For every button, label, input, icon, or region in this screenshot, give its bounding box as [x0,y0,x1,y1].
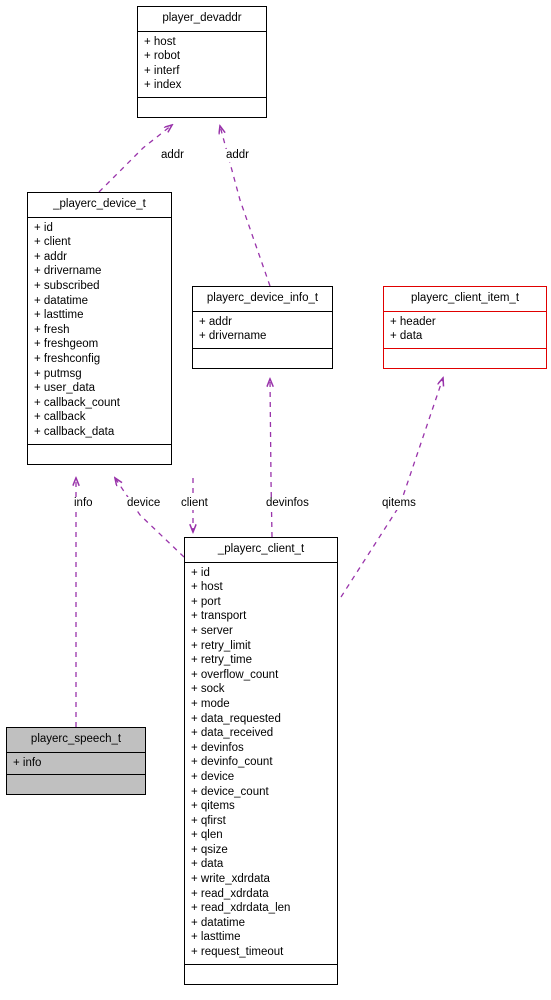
attribute-row: + fresh [34,323,70,336]
attribute-row: + subscribed [34,279,100,292]
class-box-playerc-client-item-t[interactable]: playerc_client_item_t + header + data [383,286,547,369]
class-title: _playerc_client_t [185,538,337,563]
attribute-row: + qfirst [191,814,226,827]
attribute-row: + datatime [34,294,89,307]
class-box-playerc-device-info-t[interactable]: playerc_device_info_t + addr + drivernam… [192,286,333,369]
attribute-row: + sock [191,683,225,696]
class-attributes: + host + robot + interf + index [138,32,266,98]
attribute-row: + mode [191,697,230,710]
attribute-row: + device [191,770,235,783]
attribute-row: + robot [144,50,181,63]
edge-label-devinfos: devinfos [265,497,310,510]
class-operations [185,965,337,984]
attribute-row: + overflow_count [191,668,279,681]
class-operations [384,349,546,368]
attribute-row: + info [13,756,42,769]
attribute-row: + qitems [191,800,235,813]
attribute-row: + callback_data [34,425,115,438]
attribute-row: + datatime [191,916,246,929]
class-title: playerc_speech_t [7,728,145,753]
attribute-row: + user_data [34,382,96,395]
class-box-playerc-speech-t[interactable]: playerc_speech_t + info [6,727,146,796]
attribute-row: + host [144,35,176,48]
attribute-row: + qsize [191,843,228,856]
edge-qitems [340,378,443,598]
attribute-row: + data_requested [191,712,281,725]
class-title: playerc_client_item_t [384,287,546,312]
attribute-row: + devinfos [191,741,244,754]
attribute-row: + data_received [191,727,274,740]
class-attributes: + addr + drivername [193,312,332,349]
attribute-row: + host [191,581,223,594]
class-attributes: + info [7,753,145,776]
edge-label-addr-left: addr [160,149,186,162]
attribute-row: + qlen [191,829,223,842]
attribute-row: + retry_limit [191,639,251,652]
class-operations [138,98,266,117]
attribute-row: + port [191,595,221,608]
attribute-row: + drivername [34,265,102,278]
edge-label-device: device [126,497,162,510]
attribute-row: + write_xdrdata [191,873,270,886]
attribute-row: + server [191,624,233,637]
edge-label-qitems: qitems [381,497,417,510]
attribute-row: + id [34,221,53,234]
uml-class-diagram: player_devaddr + host + robot + interf +… [0,0,551,1000]
attribute-row: + index [144,79,182,92]
attribute-row: + lasttime [34,309,84,322]
attribute-row: + addr [199,315,232,328]
class-title: player_devaddr [138,7,266,32]
attribute-row: + retry_time [191,654,253,667]
attribute-row: + id [191,566,210,579]
attribute-row: + data [390,330,423,343]
class-box-playerc-client-t[interactable]: _playerc_client_t + id + host + port + t… [184,537,338,985]
class-title: playerc_device_info_t [193,287,332,312]
attribute-row: + read_xdrdata_len [191,902,291,915]
attribute-row: + drivername [199,330,267,343]
class-attributes: + id + host + port + transport + server … [185,563,337,965]
edge-label-info: info [73,497,94,510]
edge-devinfos [270,379,272,538]
edge-label-client: client [180,497,209,510]
class-title: _playerc_device_t [28,193,171,218]
class-attributes: + id + client + addr + drivername + subs… [28,218,171,445]
attribute-row: + freshconfig [34,352,101,365]
attribute-row: + freshgeom [34,338,99,351]
attribute-row: + header [390,315,436,328]
attribute-row: + transport [191,610,247,623]
attribute-row: + devinfo_count [191,756,273,769]
attribute-row: + callback [34,411,86,424]
attribute-row: + device_count [191,785,269,798]
edge-label-addr-right: addr [225,149,251,162]
attribute-row: + client [34,236,71,249]
attribute-row: + addr [34,250,67,263]
attribute-row: + putmsg [34,367,82,380]
edge-device [115,478,185,558]
attribute-row: + callback_count [34,396,120,409]
class-operations [28,445,171,464]
attribute-row: + read_xdrdata [191,887,269,900]
class-box-playerc-device-t[interactable]: _playerc_device_t + id + client + addr +… [27,192,172,465]
attribute-row: + request_timeout [191,946,284,959]
class-operations [7,775,145,794]
attribute-row: + data [191,858,224,871]
class-box-player-devaddr[interactable]: player_devaddr + host + robot + interf +… [137,6,267,118]
attribute-row: + lasttime [191,931,241,944]
attribute-row: + interf [144,64,180,77]
class-attributes: + header + data [384,312,546,349]
class-operations [193,349,332,368]
